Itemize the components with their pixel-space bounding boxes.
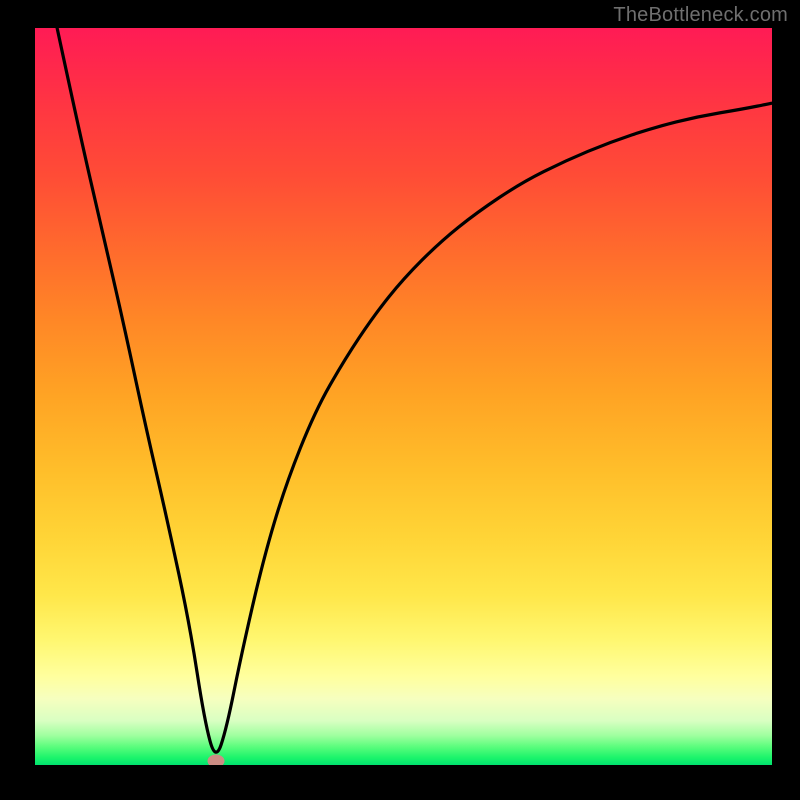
plot-area bbox=[35, 28, 772, 765]
bottleneck-curve bbox=[35, 28, 772, 765]
minimum-marker bbox=[207, 754, 224, 765]
chart-frame: TheBottleneck.com bbox=[0, 0, 800, 800]
watermark-text: TheBottleneck.com bbox=[613, 4, 788, 27]
